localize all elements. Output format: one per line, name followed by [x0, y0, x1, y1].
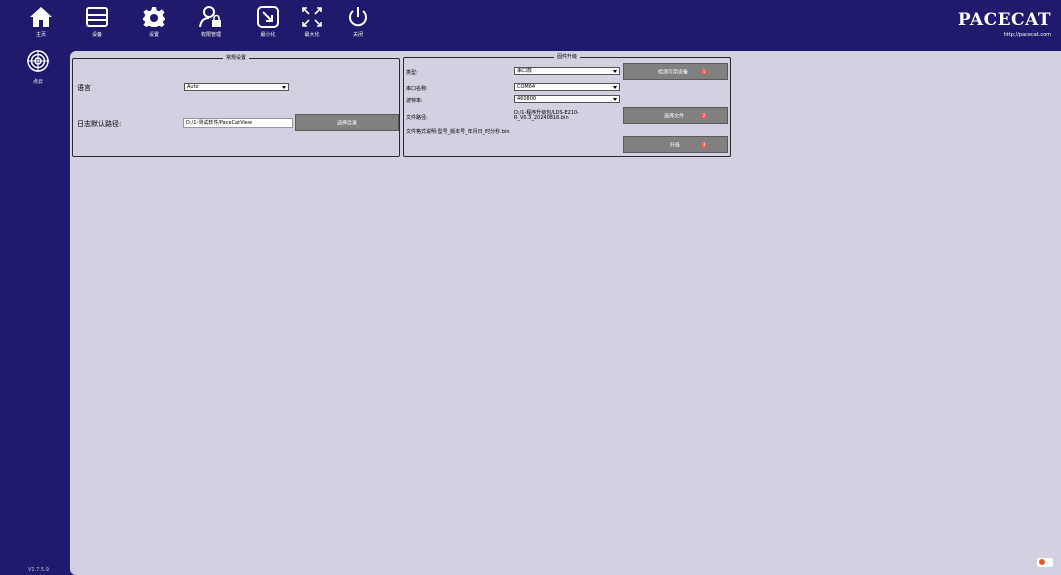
firmware-upgrade-title: 固件升级 [553, 54, 581, 61]
type-value: 串口款 [517, 68, 533, 74]
port-value: COM64 [517, 84, 536, 90]
chevron-down-icon [613, 86, 617, 89]
maximize-button[interactable]: 最大化 [292, 6, 332, 50]
chevron-down-icon [282, 86, 286, 89]
home-button[interactable]: 主页 [21, 6, 61, 50]
choose-directory-label: 选择目录 [336, 120, 357, 126]
user-lock-icon [199, 6, 221, 28]
general-settings-title: 常规设置 [222, 55, 250, 62]
firmware-upgrade-group: 固件升级 类型: 串口款 串口名称: COM64 波特率: 460800 文件路… [403, 54, 731, 157]
device-icon [86, 7, 108, 27]
device-button[interactable]: 设备 [77, 6, 117, 50]
log-path-value: D:/1-测试软件/PaceCatView [186, 120, 252, 126]
baud-value: 460800 [517, 96, 537, 102]
upgrade-button[interactable]: 升级 3 [623, 136, 728, 153]
home-icon [30, 7, 52, 27]
step-badge-1: 1 [701, 68, 707, 75]
baud-label: 波特率: [406, 98, 423, 104]
logo-text: PACECAT [957, 10, 1051, 30]
close-label: 关闭 [352, 32, 363, 38]
port-select[interactable]: COM64 [514, 83, 620, 91]
language-select[interactable]: Auto [184, 83, 289, 91]
device-label: 设备 [91, 32, 102, 38]
type-select[interactable]: 串口款 [514, 67, 620, 75]
port-label: 串口名称: [406, 86, 428, 92]
file-path-value-line2: R_V0.3_20240816.bin [514, 115, 569, 121]
close-button[interactable]: 关闭 [338, 6, 378, 50]
maximize-icon [302, 7, 322, 27]
language-label: 语言 [77, 84, 91, 92]
detect-devices-button[interactable]: 检测可用设备 1 [623, 63, 728, 80]
baud-select[interactable]: 460800 [514, 95, 620, 103]
minimize-icon [257, 6, 279, 28]
upgrade-label: 升级 [670, 142, 681, 148]
logo-url: http://pacecat.com [1003, 32, 1051, 38]
step-badge-2: 2 [701, 112, 707, 119]
brand-logo: PACECAT http://pacecat.com [958, 10, 1051, 38]
log-path-input[interactable]: D:/1-测试软件/PaceCatView [183, 118, 293, 128]
target-icon [27, 50, 49, 72]
gear-icon [143, 7, 165, 27]
permission-button[interactable]: 权限管理 [191, 6, 231, 50]
choose-directory-button[interactable]: 选择目录 [295, 114, 399, 131]
tray-widget[interactable] [1037, 558, 1053, 567]
main-panel: 常规设置 语言 Auto 日志默认路径: D:/1-测试软件/PaceCatVi… [70, 51, 1061, 575]
pointcloud-button[interactable]: 点云 [18, 50, 58, 85]
language-value: Auto [187, 84, 199, 90]
top-toolbar: 主页 设备 设置 权限管理 最小化 最大化 关闭 PACECAT http://… [0, 0, 1061, 50]
file-path-label: 文件路径: [406, 115, 428, 121]
chevron-down-icon [613, 70, 617, 73]
version-label: V1.7.5.9 [28, 567, 49, 573]
log-path-label: 日志默认路径: [77, 120, 122, 128]
tray-icon [1039, 559, 1045, 565]
maximize-label: 最大化 [304, 32, 320, 38]
type-label: 类型: [406, 70, 418, 76]
minimize-label: 最小化 [260, 32, 276, 38]
minimize-button[interactable]: 最小化 [248, 6, 288, 50]
settings-label: 设置 [148, 32, 159, 38]
settings-button[interactable]: 设置 [134, 6, 174, 50]
permission-label: 权限管理 [200, 32, 221, 38]
general-settings-group: 常规设置 语言 Auto 日志默认路径: D:/1-测试软件/PaceCatVi… [72, 55, 400, 157]
pointcloud-label: 点云 [32, 79, 43, 85]
choose-file-label: 选择文件 [664, 113, 685, 119]
choose-file-button[interactable]: 选择文件 2 [623, 107, 728, 124]
home-label: 主页 [35, 32, 46, 38]
detect-devices-label: 检测可用设备 [658, 69, 689, 75]
format-note: 文件格式说明:型号_版本号_年月日_时分秒.bin [406, 129, 510, 135]
chevron-down-icon [613, 98, 617, 101]
power-icon [349, 7, 367, 27]
step-badge-3: 3 [701, 141, 707, 148]
